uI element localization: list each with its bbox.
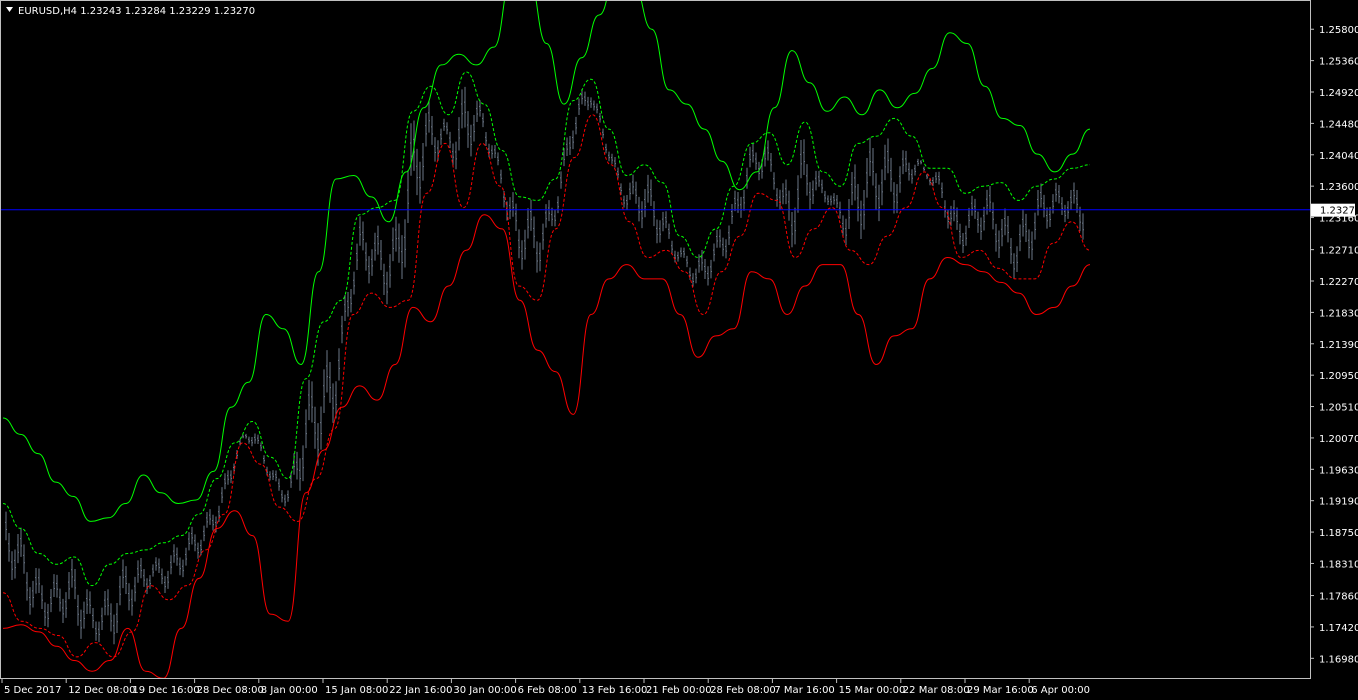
x-tick-label: 5 Dec 2017 (4, 685, 62, 696)
x-tick-label: 19 Dec 16:00 (132, 685, 199, 696)
x-tick-label: 30 Jan 00:00 (453, 685, 516, 696)
y-tick-label: 1.17420 (1319, 623, 1358, 634)
chart-header: EURUSD,H4 1.23243 1.23284 1.23229 1.2327… (6, 6, 255, 17)
symbol-header: EURUSD,H4 1.23243 1.23284 1.23229 1.2327… (18, 6, 255, 17)
y-tick-label: 1.21390 (1319, 340, 1358, 351)
x-tick-label: 28 Dec 08:00 (197, 685, 264, 696)
x-tick-label: 12 Dec 08:00 (68, 685, 135, 696)
y-tick-label: 1.23600 (1319, 182, 1358, 193)
y-tick-label: 1.24480 (1319, 119, 1358, 130)
x-tick-label: 8 Jan 00:00 (261, 685, 318, 696)
x-tick-label: 6 Apr 00:00 (1031, 685, 1090, 696)
y-tick-label: 1.22710 (1319, 246, 1358, 257)
x-tick-label: 13 Feb 16:00 (582, 685, 648, 696)
chart-background (0, 0, 1358, 700)
y-tick-label: 1.21830 (1319, 308, 1358, 319)
x-tick-label: 22 Mar 08:00 (903, 685, 970, 696)
price-chart[interactable]: 1.25800 1.25360 1.24920 1.24480 1.24040 1.236… (0, 0, 1358, 700)
y-tick-label: 1.19190 (1319, 497, 1358, 508)
y-tick-label: 1.20510 (1319, 403, 1358, 414)
y-tick-label: 1.20950 (1319, 371, 1358, 382)
y-tick-label: 1.24920 (1319, 88, 1358, 99)
x-tick-label: 22 Jan 16:00 (389, 685, 452, 696)
y-tick-label: 1.18750 (1319, 528, 1358, 539)
y-tick-label: 1.20070 (1319, 434, 1358, 445)
y-tick-label: 1.25800 (1319, 25, 1358, 36)
y-tick-label: 1.22270 (1319, 277, 1358, 288)
x-tick-label: 15 Jan 08:00 (325, 685, 388, 696)
x-tick-label: 15 Mar 00:00 (839, 685, 906, 696)
x-tick-label: 21 Feb 00:00 (646, 685, 712, 696)
x-tick-label: 7 Mar 16:00 (774, 685, 834, 696)
y-tick-label: 1.19630 (1319, 465, 1358, 476)
x-tick-label: 6 Feb 08:00 (518, 685, 577, 696)
x-tick-label: 29 Mar 16:00 (967, 685, 1034, 696)
y-tick-label: 1.18310 (1319, 559, 1358, 570)
current-price-tag-label: 1.23270 (1320, 206, 1358, 217)
y-tick-label: 1.17860 (1319, 592, 1358, 603)
current-price-tag: 1.23270 (1311, 203, 1358, 217)
y-tick-label: 1.24040 (1319, 151, 1358, 162)
x-tick-label: 28 Feb 08:00 (710, 685, 776, 696)
y-tick-label: 1.25360 (1319, 57, 1358, 68)
y-tick-label: 1.16980 (1319, 654, 1358, 665)
